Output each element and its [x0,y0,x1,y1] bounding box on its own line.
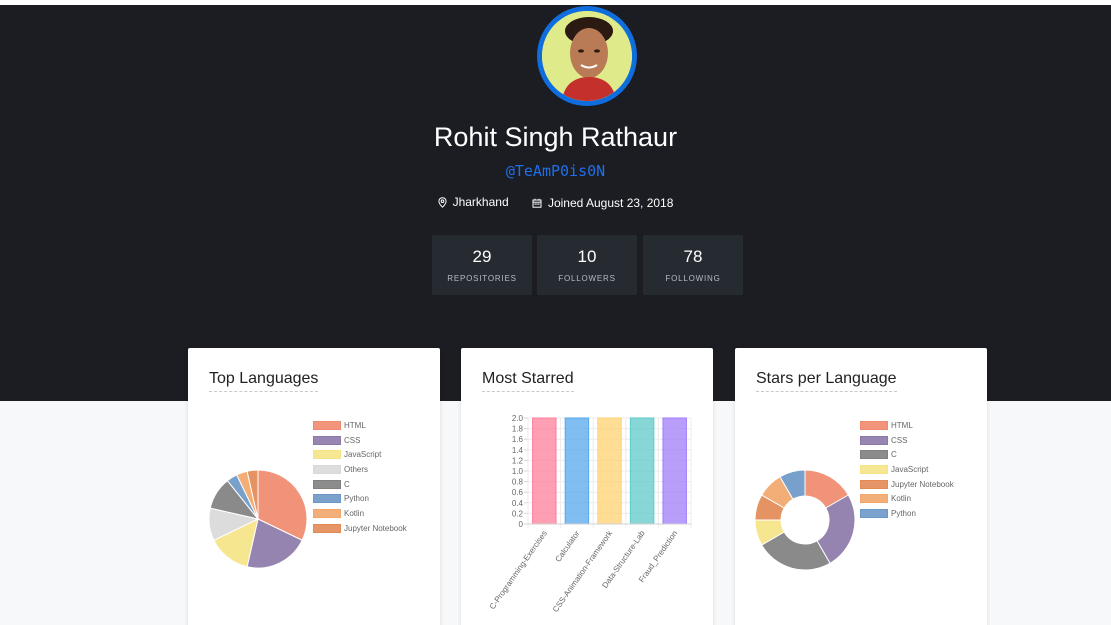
most-starred-chart: 0 0.20.4 0.60.8 1.0 1.21.4 1.61.8 2.0 C-Program… [488,414,692,614]
legend-swatch [313,479,341,489]
location: Jharkhand [437,195,509,209]
legend-swatch [313,450,341,460]
legend-swatch [313,420,341,430]
legend-label: C [344,479,350,489]
stat-value: 10 [577,247,597,266]
legend-label: Jupyter Notebook [344,523,407,533]
bar-fraud-prediction[interactable] [662,417,687,525]
y-tick-label: 1.4 [512,446,524,455]
y-tick-label: 0.6 [512,488,524,497]
legend-label: Others [344,464,369,474]
legend-item-kotlin[interactable]: Kotlin [860,491,954,506]
legend-label: JavaScript [344,450,382,460]
legend-swatch [860,508,888,518]
location-text: Jharkhand [452,195,509,209]
legend-item-c[interactable]: C [313,477,407,492]
y-tick-label: 2.0 [512,414,524,423]
y-tick-label: 0.8 [512,478,524,487]
y-tick-label: 0.4 [512,499,524,508]
x-tick-label: Calculator [554,529,582,564]
legend-item-css[interactable]: CSS [860,433,954,448]
legend-swatch [860,464,888,474]
joined-text: Joined August 23, 2018 [547,195,674,210]
legend-item-javascript[interactable]: JavaScript [313,447,407,462]
legend-item-html[interactable]: HTML [860,418,954,433]
legend-label: Kotlin [891,494,912,504]
legend-swatch [860,435,888,445]
legend-label: Kotlin [344,508,365,518]
legend-label: C [891,450,897,460]
bar-calculator[interactable] [564,417,590,525]
legend-item-kotlin[interactable]: Kotlin [313,506,407,521]
legend-swatch [313,435,341,445]
legend-item-python[interactable]: Python [313,491,407,506]
legend-item-javascript[interactable]: JavaScript [860,462,954,477]
avatar-image [542,11,632,101]
legend-swatch [860,450,888,460]
legend-swatch [313,494,341,504]
bar-data-structure-lab[interactable] [629,417,655,525]
stat-label: FOLLOWERS [558,274,616,283]
legend-swatch [860,420,888,430]
legend-label: CSS [891,435,908,445]
legend-item-others[interactable]: Others [313,462,407,477]
legend-item-html[interactable]: HTML [313,418,407,433]
legend-swatch [860,494,888,504]
legend-label: Python [344,494,369,504]
legend-swatch [313,508,341,518]
legend-item-css[interactable]: CSS [313,433,407,448]
legend-swatch [313,464,341,474]
y-tick-label: 1.8 [512,425,524,434]
stat-followers[interactable]: 10 FOLLOWERS [537,235,637,295]
y-tick-label: 1.6 [512,435,524,444]
map-pin-icon [437,196,447,208]
bar-c-programming-exercises[interactable] [532,417,557,525]
y-tick-label: 1.0 [512,467,524,476]
y-tick-label: 1.2 [512,456,524,465]
legend-item-jupyter-notebook[interactable]: Jupyter Notebook [313,521,407,536]
legend-label: Jupyter Notebook [891,479,954,489]
profile-name: Rohit Singh Rathaur [433,122,678,152]
stat-following[interactable]: 78 FOLLOWING [643,235,743,295]
stat-label: FOLLOWING [665,274,721,283]
stat-label: REPOSITORIES [447,274,517,283]
legend-swatch [860,479,888,489]
legend-label: Python [891,508,916,518]
joined-date: Joined August 23, 2018 [532,196,673,210]
legend-label: HTML [891,420,913,430]
y-tick-label: 0 [519,520,524,529]
legend-swatch [313,523,341,533]
profile-meta: Jharkhand Joined August 23, 2018 [0,195,1111,211]
stat-value: 29 [472,247,492,266]
top-languages-card: Top Languages HTML CSS JavaScript Others C Py… [188,348,440,625]
y-tick-label: 0.2 [512,509,524,518]
stat-value: 78 [683,247,703,266]
stat-repositories[interactable]: 29 REPOSITORIES [432,235,532,295]
stars-per-language-legend: HTML CSS C JavaScript Jupyter Notebook Kotlin… [860,418,954,521]
legend-item-c[interactable]: C [860,447,954,462]
stars-per-language-card: Stars per Language HTML CSS C JavaScript Jup… [735,348,987,625]
legend-item-jupyter-notebook[interactable]: Jupyter Notebook [860,477,954,492]
bar-css-animation-framework[interactable] [597,417,622,525]
most-starred-card: Most Starred 0 0.2 0.4 0.6 0.8 1.0 1.2 1.4 1.6 1.… [461,348,713,625]
legend-label: CSS [344,435,361,445]
calendar-icon [532,198,542,208]
top-languages-legend: HTML CSS JavaScript Others C Python Kotlin Jupy… [313,418,407,536]
legend-label: JavaScript [891,464,929,474]
legend-item-python[interactable]: Python [860,506,954,521]
legend-label: HTML [344,420,366,430]
x-tick-label: C-Programming-Exercises [488,529,549,611]
profile-handle-link[interactable]: @TeAmP0is0N [0,162,1111,180]
x-tick-label: CSS-Animation-Framework [551,528,615,614]
avatar [537,6,637,106]
